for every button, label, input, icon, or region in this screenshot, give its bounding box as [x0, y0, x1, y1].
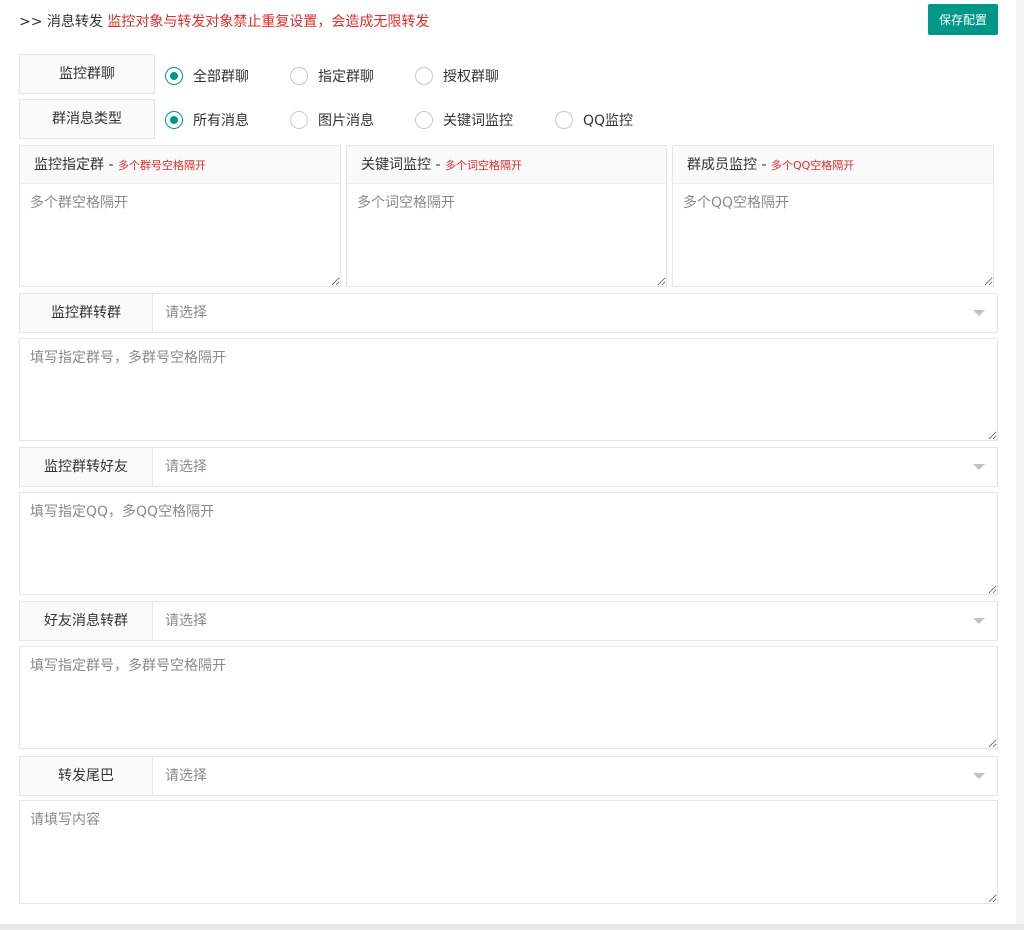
- card-title: 关键词监控: [361, 157, 431, 173]
- monitor-group-radio-group: 全部群聊 指定群聊 授权群聊: [165, 64, 565, 88]
- card-keyword-monitor: 关键词监控 - 多个词空格隔开: [346, 145, 667, 287]
- tail-content-input[interactable]: [19, 800, 998, 904]
- select-value: 请选择: [165, 305, 207, 321]
- message-type-label: 群消息类型: [19, 99, 155, 139]
- scrollbar-track: [1016, 0, 1024, 930]
- radio-label: 关键词监控: [443, 113, 513, 129]
- group-to-friend-select[interactable]: 请选择: [152, 447, 998, 487]
- radio-unchecked-icon: [415, 67, 433, 85]
- radio-label: 全部群聊: [193, 69, 249, 85]
- warning-text: 监控对象与转发对象禁止重复设置，会造成无限转发: [107, 14, 430, 30]
- radio-keyword-monitor[interactable]: 关键词监控: [415, 108, 513, 132]
- radio-unchecked-icon: [415, 111, 433, 129]
- card-title: 监控指定群: [34, 157, 104, 173]
- friend-to-group-targets-input[interactable]: [19, 646, 998, 749]
- card-header: 群成员监控 - 多个QQ空格隔开: [673, 146, 993, 184]
- caret-down-icon: [973, 773, 985, 779]
- keywords-input[interactable]: [347, 184, 666, 286]
- caret-down-icon: [973, 310, 985, 316]
- card-header: 监控指定群 - 多个群号空格隔开: [20, 146, 340, 184]
- select-value: 请选择: [165, 459, 207, 475]
- forward-row-friend-to-group: 好友消息转群 请选择: [19, 601, 998, 641]
- group-to-group-select[interactable]: 请选择: [152, 293, 998, 333]
- radio-specified-groups[interactable]: 指定群聊: [290, 64, 374, 88]
- forward-row-group-to-friend: 监控群转好友 请选择: [19, 447, 998, 487]
- card-hint: 多个QQ空格隔开: [770, 159, 855, 172]
- footer-bar: [0, 924, 1024, 930]
- forward-label: 好友消息转群: [19, 601, 153, 641]
- group-to-friend-targets-input[interactable]: [19, 492, 998, 595]
- radio-image-messages[interactable]: 图片消息: [290, 108, 374, 132]
- specified-groups-input[interactable]: [20, 184, 340, 286]
- card-monitor-specified-groups: 监控指定群 - 多个群号空格隔开: [19, 145, 341, 287]
- select-value: 请选择: [165, 613, 207, 629]
- radio-unchecked-icon: [555, 111, 573, 129]
- radio-unchecked-icon: [290, 67, 308, 85]
- card-title: 群成员监控: [687, 157, 757, 173]
- forward-label: 转发尾巴: [19, 756, 153, 796]
- card-hint: 多个词空格隔开: [444, 159, 522, 172]
- radio-authorized-groups[interactable]: 授权群聊: [415, 64, 499, 88]
- section-header: >> 消息转发 监控对象与转发对象禁止重复设置，会造成无限转发: [19, 10, 429, 34]
- radio-unchecked-icon: [290, 111, 308, 129]
- card-header: 关键词监控 - 多个词空格隔开: [347, 146, 666, 184]
- radio-label: 图片消息: [318, 113, 374, 129]
- radio-all-messages[interactable]: 所有消息: [165, 108, 249, 132]
- monitor-group-label: 监控群聊: [19, 54, 155, 94]
- caret-down-icon: [973, 618, 985, 624]
- radio-label: 指定群聊: [318, 69, 374, 85]
- radio-checked-icon: [165, 111, 183, 129]
- radio-label: 授权群聊: [443, 69, 499, 85]
- message-type-radio-group: 所有消息 图片消息 关键词监控 QQ监控: [165, 108, 665, 132]
- radio-checked-icon: [165, 67, 183, 85]
- forward-label: 监控群转群: [19, 293, 153, 333]
- card-hint: 多个群号空格隔开: [117, 159, 206, 172]
- save-config-button[interactable]: 保存配置: [928, 4, 998, 35]
- caret-down-icon: [973, 464, 985, 470]
- member-qq-input[interactable]: [673, 184, 993, 286]
- friend-to-group-select[interactable]: 请选择: [152, 601, 998, 641]
- section-title: >> 消息转发: [19, 14, 103, 30]
- card-member-monitor: 群成员监控 - 多个QQ空格隔开: [672, 145, 994, 287]
- radio-label: 所有消息: [193, 113, 249, 129]
- select-value: 请选择: [165, 768, 207, 784]
- radio-label: QQ监控: [583, 113, 634, 129]
- tail-select[interactable]: 请选择: [152, 756, 998, 796]
- group-to-group-targets-input[interactable]: [19, 338, 998, 441]
- forward-label: 监控群转好友: [19, 447, 153, 487]
- radio-qq-monitor[interactable]: QQ监控: [555, 108, 633, 132]
- forward-row-tail: 转发尾巴 请选择: [19, 756, 998, 796]
- radio-all-groups[interactable]: 全部群聊: [165, 64, 249, 88]
- forward-row-group-to-group: 监控群转群 请选择: [19, 293, 998, 333]
